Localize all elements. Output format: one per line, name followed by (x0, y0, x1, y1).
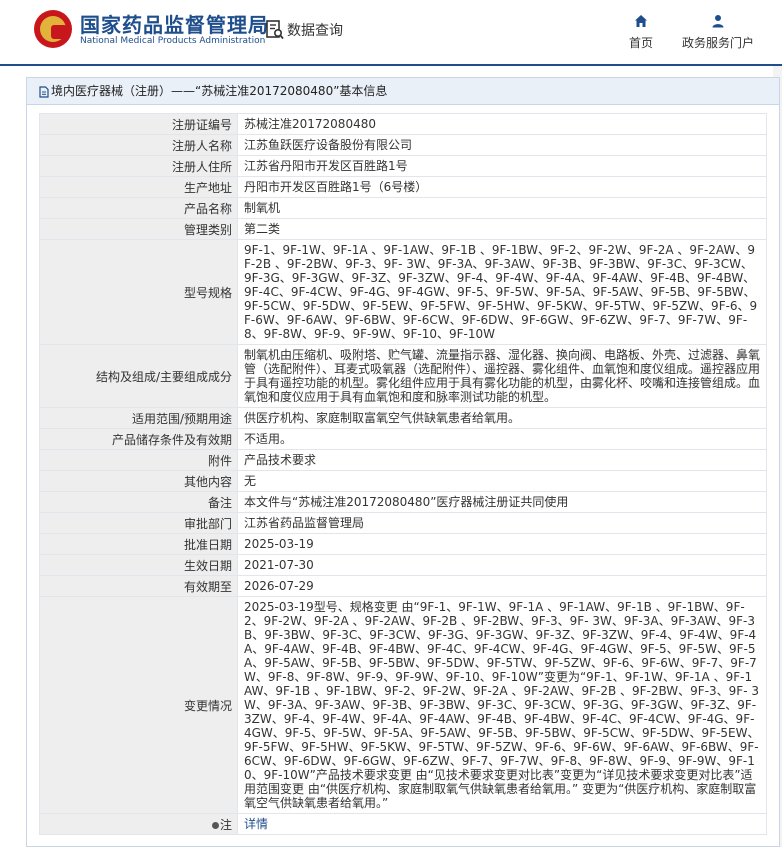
table-row: 结构及组成/主要组成成分 制氧机由压缩机、吸附塔、贮气罐、流量指示器、湿化器、换… (39, 344, 767, 408)
panel-title: 境内医疗器械（注册）——“苏械注准20172080480”基本信息 (27, 78, 779, 105)
table-row: 附件 产品技术要求 (39, 449, 767, 471)
structure-composition: 制氧机由压缩机、吸附塔、贮气罐、流量指示器、湿化器、换向阀、电路板、外壳、过滤器… (237, 344, 767, 408)
agency-name-en[interactable]: National Medical Products Administration (80, 36, 265, 46)
nav-home[interactable]: 首页 (606, 14, 676, 51)
row-label: 其他内容 (39, 470, 238, 492)
table-row: 注册人名称 江苏鱼跃医疗设备股份有限公司 (39, 134, 767, 156)
management-category: 第二类 (237, 218, 767, 240)
remarks: 本文件与“苏械注准20172080480”医疗器械注册证共同使用 (237, 491, 767, 513)
table-row: 产品名称 制氧机 (39, 197, 767, 219)
row-label: 结构及组成/主要组成成分 (39, 344, 238, 408)
agency-name-cn[interactable]: 国家药品监督管理局 (80, 9, 269, 38)
row-label: 注册证编号 (39, 113, 238, 135)
table-row: 其他内容 无 (39, 470, 767, 492)
table-row: 生产地址 丹阳市开发区百胜路1号（6号楼） (39, 176, 767, 198)
row-label: 注册人住所 (39, 155, 238, 177)
table-row: 注 详情 (39, 813, 767, 835)
registrant-address: 江苏省丹阳市开发区百胜路1号 (237, 155, 767, 177)
table-row: 管理类别 第二类 (39, 218, 767, 240)
row-label: 生效日期 (39, 554, 238, 576)
effective-date: 2021-07-30 (237, 554, 767, 576)
bullet-icon (211, 821, 219, 829)
nav-home-label: 首页 (628, 36, 653, 50)
row-label: 变更情况 (39, 596, 238, 814)
site-header: 国家药品监督管理局 National Medical Products Admi… (0, 0, 782, 66)
table-row: 备注 本文件与“苏械注准20172080480”医疗器械注册证共同使用 (39, 491, 767, 513)
nav-service-portal[interactable]: 政务服务门户 (682, 14, 754, 51)
row-label: 产品储存条件及有效期 (39, 428, 238, 450)
user-icon (712, 15, 724, 28)
row-label: 注册人名称 (39, 134, 238, 156)
table-row: 注册人住所 江苏省丹阳市开发区百胜路1号 (39, 155, 767, 177)
row-label: 审批部门 (39, 512, 238, 534)
table-row: 生效日期 2021-07-30 (39, 554, 767, 576)
intended-use: 供医疗机构、家庭制取富氧空气供缺氧患者给氧用。 (237, 407, 767, 429)
home-icon (635, 15, 647, 27)
table-row: 批准日期 2025-03-19 (39, 533, 767, 555)
note-label: 注 (219, 817, 232, 832)
national-emblem-icon (34, 10, 72, 48)
data-query-label: 数据查询 (287, 23, 343, 39)
row-label: 适用范围/预期用途 (39, 407, 238, 429)
storage-conditions: 不适用。 (237, 428, 767, 450)
table-row: 审批部门 江苏省药品监督管理局 (39, 512, 767, 534)
registration-number: 苏械注准20172080480 (237, 113, 767, 135)
detail-panel: 境内医疗器械（注册）——“苏械注准20172080480”基本信息 注册证编号 … (26, 77, 780, 847)
table-row: 适用范围/预期用途 供医疗机构、家庭制取富氧空气供缺氧患者给氧用。 (39, 407, 767, 429)
expiry-date: 2026-07-29 (237, 575, 767, 597)
registrant-name: 江苏鱼跃医疗设备股份有限公司 (237, 134, 767, 156)
note-label-cell: 注 (39, 813, 238, 835)
row-label: 有效期至 (39, 575, 238, 597)
row-label: 附件 (39, 449, 238, 471)
row-label: 产品名称 (39, 197, 238, 219)
row-label: 备注 (39, 491, 238, 513)
table-row: 注册证编号 苏械注准20172080480 (39, 113, 767, 135)
row-label: 管理类别 (39, 218, 238, 240)
note-value-cell: 详情 (237, 813, 767, 835)
row-label: 型号规格 (39, 239, 238, 345)
row-label: 批准日期 (39, 533, 238, 555)
model-specifications: 9F-1、9F-1W、9F-1A 、9F-1AW、9F-1B 、9F-1BW、9… (237, 239, 767, 345)
panel-title-text: 境内医疗器械（注册）——“苏械注准20172080480”基本信息 (51, 84, 388, 98)
table-row: 产品储存条件及有效期 不适用。 (39, 428, 767, 450)
approval-department: 江苏省药品监督管理局 (237, 512, 767, 534)
production-address: 丹阳市开发区百胜路1号（6号楼） (237, 176, 767, 198)
data-query-link[interactable]: 数据查询 (266, 18, 343, 42)
table-row: 有效期至 2026-07-29 (39, 575, 767, 597)
approval-date: 2025-03-19 (237, 533, 767, 555)
nav-service-portal-label: 政务服务门户 (682, 36, 755, 50)
document-icon (39, 85, 49, 98)
data-query-icon (266, 20, 284, 40)
product-name: 制氧机 (237, 197, 767, 219)
other-content: 无 (237, 470, 767, 492)
table-row: 变更情况 2025-03-19型号、规格变更 由“9F-1、9F-1W、9F-1… (39, 596, 767, 814)
registration-info-table: 注册证编号 苏械注准20172080480 注册人名称 江苏鱼跃医疗设备股份有限… (39, 113, 767, 835)
table-row: 型号规格 9F-1、9F-1W、9F-1A 、9F-1AW、9F-1B 、9F-… (39, 239, 767, 345)
row-label: 生产地址 (39, 176, 238, 198)
attachments: 产品技术要求 (237, 449, 767, 471)
change-history: 2025-03-19型号、规格变更 由“9F-1、9F-1W、9F-1A 、9F… (237, 596, 767, 814)
details-link[interactable]: 详情 (244, 817, 268, 831)
